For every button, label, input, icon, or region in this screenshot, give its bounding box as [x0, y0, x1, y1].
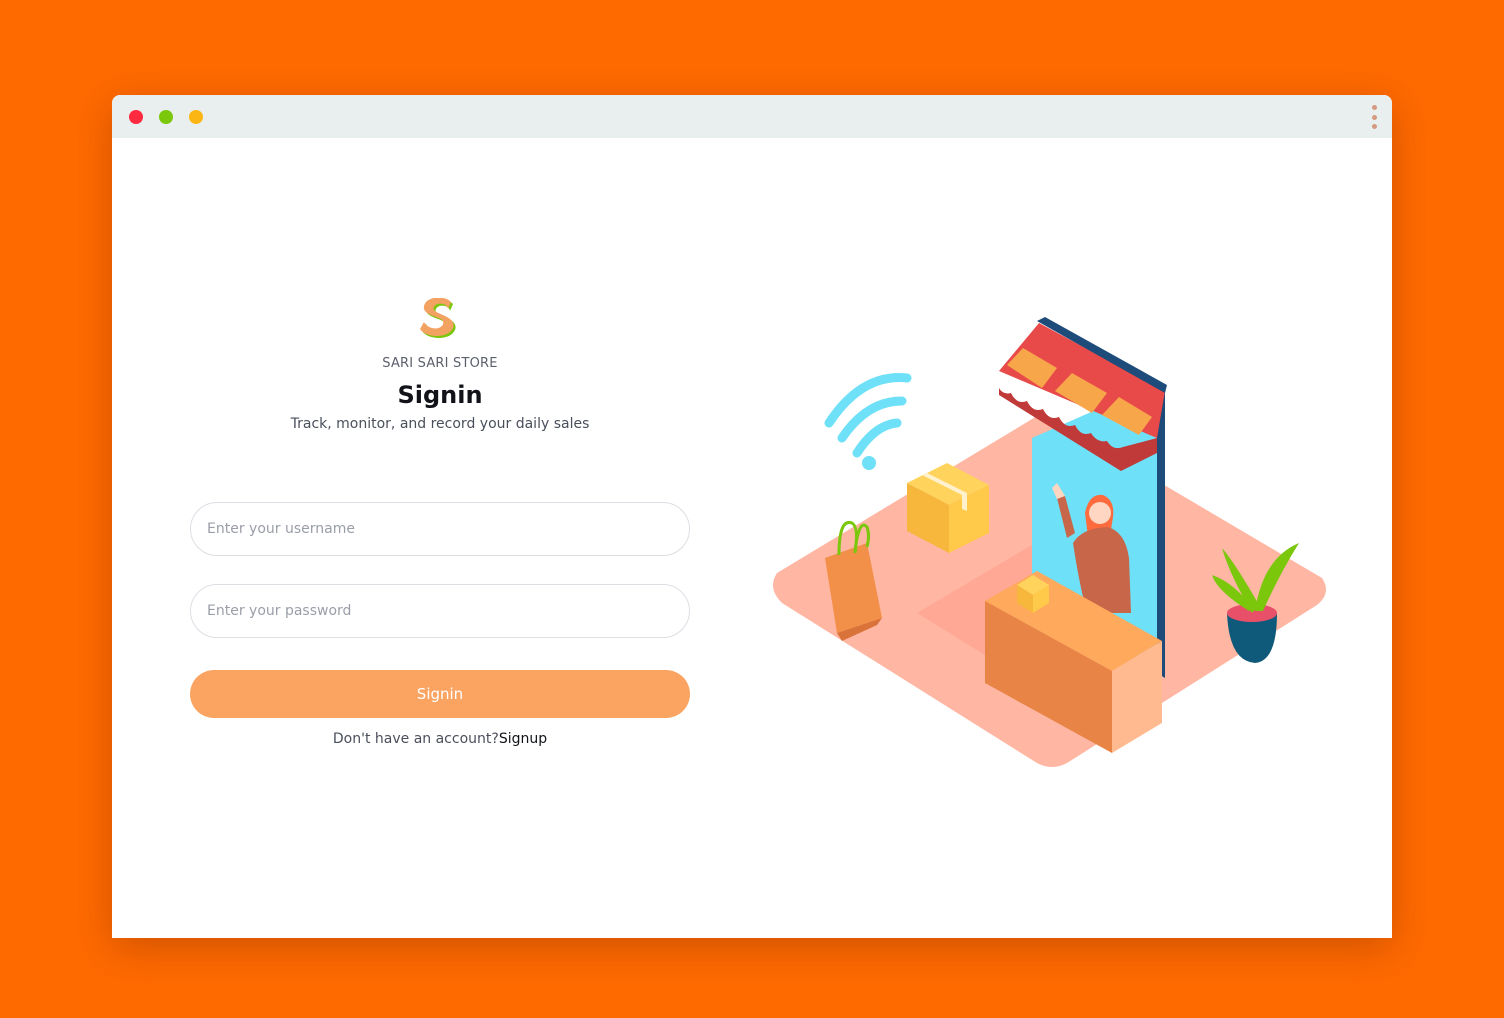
page-subtitle: Track, monitor, and record your daily sa… [290, 416, 590, 432]
username-input[interactable] [190, 502, 690, 556]
signup-prompt: Don't have an account?Signup [190, 731, 690, 747]
brand-name: SARI SARI STORE [382, 356, 498, 371]
no-account-text: Don't have an account? [332, 731, 499, 747]
minimize-window-button[interactable] [159, 110, 173, 124]
close-window-button[interactable] [129, 110, 143, 124]
store-logo-icon [420, 298, 456, 338]
page-title: Signin [397, 381, 483, 409]
kebab-menu-icon[interactable] [1369, 105, 1379, 129]
signin-button[interactable]: Signin [190, 670, 690, 718]
password-input[interactable] [190, 584, 690, 638]
window-titlebar [112, 95, 1392, 138]
store-shop-illustration [773, 317, 1326, 767]
browser-window: SARI SARI STORE Signin Track, monitor, a… [112, 95, 1392, 938]
page-content: SARI SARI STORE Signin Track, monitor, a… [112, 138, 1392, 938]
maximize-window-button[interactable] [189, 110, 203, 124]
signup-link[interactable]: Signup [499, 731, 547, 747]
